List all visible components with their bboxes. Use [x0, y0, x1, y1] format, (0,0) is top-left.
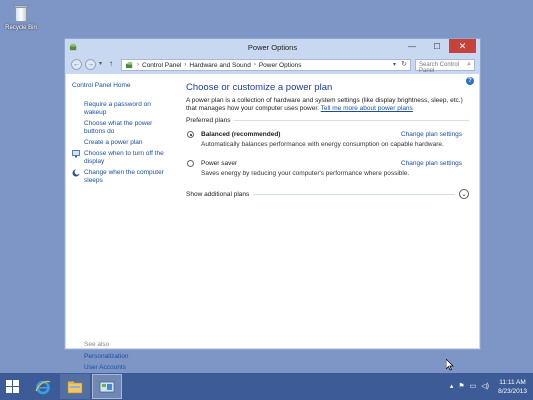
recycle-bin-label: Recycle Bin	[5, 25, 37, 31]
breadcrumb-control-panel[interactable]: Control Panel	[142, 62, 181, 69]
power-buttons-link[interactable]: Choose what the power buttons do	[72, 120, 168, 136]
see-also-heading: See also	[84, 341, 110, 348]
plan-power-saver: Power saver Saves energy by reducing you…	[186, 160, 469, 177]
left-navigation: Control Panel Home Require a password on…	[72, 82, 168, 188]
monitor-icon	[72, 150, 80, 158]
balanced-radio[interactable]	[187, 131, 194, 138]
close-button[interactable]: ✕	[449, 39, 476, 53]
internet-explorer-taskbar-button[interactable]	[28, 374, 58, 399]
plan-description: Automatically balances performance with …	[201, 141, 444, 148]
maximize-button[interactable]: ☐	[425, 39, 449, 53]
change-plan-settings-link[interactable]: Change plan settings	[401, 131, 462, 138]
control-panel-home-link[interactable]: Control Panel Home	[72, 82, 168, 90]
show-additional-plans[interactable]: Show additional plans ⌄	[186, 189, 469, 199]
address-dropdown-icon[interactable]: ▾	[393, 61, 396, 68]
control-panel-taskbar-button[interactable]	[92, 374, 122, 399]
file-explorer-icon	[67, 381, 83, 393]
turn-off-display-item[interactable]: Choose when to turn off the display	[72, 150, 168, 166]
refresh-icon[interactable]: ↻	[401, 60, 407, 68]
clock-time: 11:11 AM	[499, 379, 526, 386]
user-accounts-link[interactable]: User Accounts	[84, 364, 128, 371]
turn-off-display-link[interactable]: Choose when to turn off the display	[84, 150, 168, 166]
moon-icon	[72, 169, 80, 177]
back-arrow-icon[interactable]: ←	[71, 59, 82, 70]
taskbar: ▴ ⚑ ▭ ◁) 11:11 AM 8/23/2013	[0, 373, 533, 400]
file-explorer-taskbar-button[interactable]	[60, 374, 90, 399]
recent-locations-chevron-icon[interactable]: ▾	[99, 60, 102, 67]
computer-sleeps-link[interactable]: Change when the computer sleeps	[84, 169, 168, 185]
plan-description: Saves energy by reducing your computer's…	[201, 170, 410, 177]
preferred-plans-header: Preferred plans	[186, 117, 469, 124]
divider	[253, 193, 455, 195]
breadcrumb-power-options[interactable]: Power Options	[259, 62, 302, 69]
page-description: A power plan is a collection of hardware…	[186, 97, 469, 113]
forward-arrow-icon[interactable]: →	[85, 59, 96, 70]
content-area: ? Control Panel Home Require a password …	[66, 74, 479, 371]
divider	[234, 120, 469, 121]
preferred-plans-label: Preferred plans	[186, 117, 231, 124]
volume-icon[interactable]: ◁)	[481, 382, 489, 390]
recycle-bin-desktop-icon[interactable]: Recycle Bin	[4, 3, 38, 31]
clock[interactable]: 11:11 AM 8/23/2013	[498, 378, 527, 396]
show-additional-label: Show additional plans	[186, 190, 250, 198]
power-saver-radio[interactable]	[187, 160, 194, 167]
breadcrumb-separator-icon: ›	[137, 62, 139, 68]
windows-start-icon[interactable]	[6, 380, 19, 393]
network-icon[interactable]: ▭	[470, 382, 477, 390]
learn-more-link[interactable]: Tell me more about power plans	[321, 105, 413, 112]
power-options-window: Power Options — ☐ ✕ ← → ▾ ↑ › Control Pa…	[64, 38, 481, 371]
breadcrumb-hardware-and-sound[interactable]: Hardware and Sound	[189, 62, 250, 69]
computer-sleeps-item[interactable]: Change when the computer sleeps	[72, 169, 168, 185]
title-bar[interactable]: Power Options — ☐ ✕	[65, 39, 480, 57]
up-arrow-icon[interactable]: ↑	[109, 59, 113, 68]
internet-explorer-icon	[35, 380, 51, 394]
address-toolbar: ← → ▾ ↑ › Control Panel › Hardware and S…	[65, 57, 480, 74]
main-panel: Choose or customize a power plan A power…	[186, 82, 469, 199]
page-title: Choose or customize a power plan	[186, 82, 333, 93]
breadcrumb-separator-icon: ›	[184, 62, 187, 68]
recycle-bin-icon	[13, 3, 29, 23]
address-bar[interactable]: › Control Panel › Hardware and Sound › P…	[121, 59, 411, 71]
show-hidden-icons-chevron-icon[interactable]: ▴	[450, 382, 454, 390]
search-icon[interactable]: ⌕	[467, 61, 471, 69]
system-tray: ▴ ⚑ ▭ ◁)	[450, 382, 489, 390]
mouse-cursor-icon	[446, 359, 454, 371]
search-placeholder: Search Control Panel	[419, 62, 460, 74]
action-center-flag-icon[interactable]: ⚑	[458, 382, 464, 390]
minimize-button[interactable]: —	[400, 39, 424, 53]
control-panel-icon	[99, 381, 115, 392]
plan-balanced: Balanced (recommended) Automatically bal…	[186, 131, 469, 148]
require-password-link[interactable]: Require a password on wakeup	[72, 101, 168, 117]
control-panel-icon	[125, 61, 133, 69]
change-plan-settings-link[interactable]: Change plan settings	[401, 160, 462, 167]
personalization-link[interactable]: Personalization	[84, 353, 128, 360]
chevron-down-icon[interactable]: ⌄	[459, 189, 469, 199]
see-also-section: See also Personalization User Accounts	[84, 341, 128, 375]
breadcrumb-separator-icon: ›	[253, 62, 256, 68]
create-power-plan-link[interactable]: Create a power plan	[72, 139, 168, 147]
search-input[interactable]: Search Control Panel ⌕	[415, 59, 475, 74]
clock-date: 8/23/2013	[498, 388, 527, 395]
